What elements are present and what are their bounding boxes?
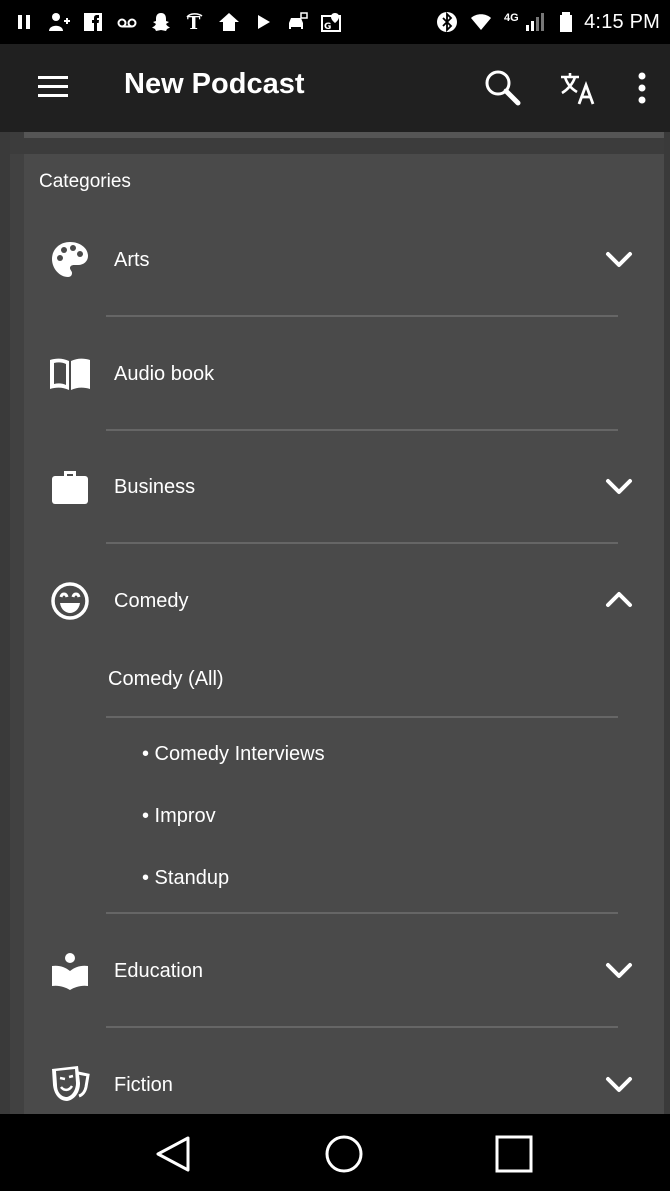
bluetooth-icon	[436, 11, 458, 33]
wifi-icon	[470, 11, 492, 33]
smiley-icon	[48, 579, 92, 623]
status-time: 4:15 PM	[584, 10, 660, 33]
add-person-icon	[48, 11, 70, 33]
chevron-down-icon[interactable]	[604, 474, 634, 498]
book-icon	[48, 352, 92, 396]
back-icon[interactable]	[152, 1132, 196, 1176]
category-business[interactable]: Business	[24, 441, 664, 531]
recents-icon[interactable]	[492, 1132, 536, 1176]
screen: T G 4G 4:15 PM New Podcast Categories Ar…	[0, 0, 670, 1191]
status-notifications: T G	[14, 11, 342, 33]
more-vert-icon[interactable]	[624, 68, 660, 108]
category-arts[interactable]: Arts	[24, 214, 664, 304]
reading-person-icon	[48, 949, 92, 993]
theater-mask-icon	[48, 1063, 92, 1107]
left-gutter	[0, 132, 10, 1114]
category-label: Comedy	[114, 590, 189, 612]
divider	[106, 912, 618, 914]
navigation-bar	[0, 1114, 670, 1191]
subcategory-comedy-all[interactable]: Comedy (All)	[108, 668, 224, 691]
home-icon	[218, 11, 240, 33]
status-system: 4G 4:15 PM	[436, 11, 660, 34]
divider	[106, 542, 618, 544]
home-circle-icon[interactable]	[322, 1132, 366, 1176]
voicemail-icon	[116, 11, 138, 33]
status-bar: T G 4G 4:15 PM	[0, 0, 670, 44]
play-icon	[252, 11, 274, 33]
category-label: Arts	[114, 249, 150, 271]
svg-text:G: G	[324, 22, 331, 32]
nyt-icon: T	[184, 11, 206, 33]
chevron-down-icon[interactable]	[604, 247, 634, 271]
briefcase-icon	[48, 465, 92, 509]
car-icon	[286, 11, 308, 33]
chevron-down-icon[interactable]	[604, 958, 634, 982]
category-label: Education	[114, 960, 203, 982]
category-education[interactable]: Education	[24, 925, 664, 1015]
app-title: New Podcast	[124, 68, 305, 100]
app-bar: New Podcast	[0, 44, 670, 132]
search-icon[interactable]	[482, 68, 522, 108]
category-label: Business	[114, 476, 196, 498]
palette-icon	[48, 238, 92, 282]
divider	[106, 315, 618, 317]
snapchat-icon	[150, 11, 172, 33]
chevron-up-icon[interactable]	[604, 588, 634, 612]
category-comedy[interactable]: Comedy	[24, 555, 664, 645]
category-label: Fiction	[114, 1074, 173, 1096]
category-audio-book[interactable]: Audio book	[24, 328, 664, 418]
divider	[106, 716, 618, 718]
translate-icon[interactable]	[558, 68, 598, 108]
subcategory-standup[interactable]: • Standup	[142, 867, 229, 890]
pause-icon	[14, 11, 36, 33]
chevron-down-icon[interactable]	[604, 1072, 634, 1096]
categories-panel: Categories Arts Audio book Business Come…	[24, 154, 664, 1114]
subcategory-improv[interactable]: • Improv	[142, 805, 216, 828]
right-gutter	[664, 132, 670, 1114]
card-edge	[24, 132, 664, 138]
category-label: Audio book	[114, 363, 215, 385]
battery-icon	[560, 11, 573, 33]
facebook-icon	[82, 11, 104, 33]
menu-icon[interactable]	[36, 74, 70, 100]
subcategory-comedy-interviews[interactable]: • Comedy Interviews	[142, 743, 325, 766]
svg-text:4G: 4G	[504, 12, 519, 24]
divider	[106, 429, 618, 431]
divider	[106, 1026, 618, 1028]
maps-icon: G	[320, 11, 342, 33]
signal-icon: 4G	[504, 11, 548, 33]
categories-heading: Categories	[39, 171, 131, 192]
